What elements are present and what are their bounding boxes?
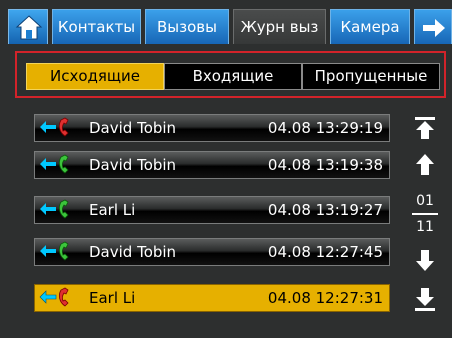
caller-name: David Tobin (89, 156, 177, 174)
call-row[interactable]: Earl Li 04.08 12:27:31 (34, 284, 390, 312)
tab-call-log[interactable]: Журн выз (233, 9, 326, 44)
tab-contacts[interactable]: Контакты (52, 9, 141, 44)
filter-incoming-button[interactable]: Входящие (164, 63, 302, 90)
home-button[interactable] (8, 9, 48, 44)
arrow-to-top-icon (415, 117, 435, 139)
call-row[interactable]: David Tobin 04.08 12:27:45 (34, 238, 390, 266)
call-row[interactable]: David Tobin 04.08 13:29:19 (34, 114, 390, 142)
arrow-down-icon (416, 250, 434, 271)
outgoing-call-red-icon (39, 287, 69, 307)
caller-name: David Tobin (89, 119, 177, 137)
call-type-filter: Исходящие Входящие Пропущенные (15, 51, 446, 98)
page-divider (412, 213, 438, 215)
arrow-right-icon (423, 19, 445, 37)
next-tab-button[interactable] (414, 9, 452, 44)
call-row[interactable]: David Tobin 04.08 13:19:38 (34, 151, 390, 179)
call-row[interactable]: Earl Li 04.08 13:19:27 (34, 196, 390, 224)
page-indicator: 01 11 (407, 192, 443, 242)
call-datetime: 04.08 13:19:38 (267, 156, 383, 174)
filter-outgoing-button[interactable]: Исходящие (26, 63, 164, 90)
home-icon (15, 15, 43, 40)
outgoing-call-green-icon (40, 241, 69, 261)
arrow-up-icon (416, 154, 434, 175)
tab-camera[interactable]: Камера (330, 9, 410, 44)
outgoing-call-red-icon (40, 117, 69, 137)
call-datetime: 04.08 12:27:45 (267, 243, 383, 261)
top-tab-bar: Контакты Вызовы Журн выз Камера (0, 0, 452, 44)
call-datetime: 04.08 12:27:31 (267, 289, 383, 307)
caller-name: Earl Li (89, 289, 136, 307)
scroll-to-bottom-button[interactable] (413, 288, 437, 312)
filter-missed-button[interactable]: Пропущенные (302, 63, 440, 90)
outgoing-call-green-icon (40, 154, 69, 174)
tab-calls[interactable]: Вызовы (145, 9, 229, 44)
page-up-button[interactable] (413, 152, 437, 176)
scroll-to-top-button[interactable] (413, 116, 437, 140)
call-datetime: 04.08 13:29:19 (267, 119, 383, 137)
arrow-to-bottom-icon (415, 288, 435, 311)
call-datetime: 04.08 13:19:27 (267, 201, 383, 219)
caller-name: David Tobin (89, 243, 177, 261)
caller-name: Earl Li (89, 201, 136, 219)
total-pages: 11 (416, 219, 434, 235)
outgoing-call-green-icon (40, 199, 69, 219)
current-page: 01 (416, 193, 434, 209)
page-down-button[interactable] (413, 249, 437, 273)
